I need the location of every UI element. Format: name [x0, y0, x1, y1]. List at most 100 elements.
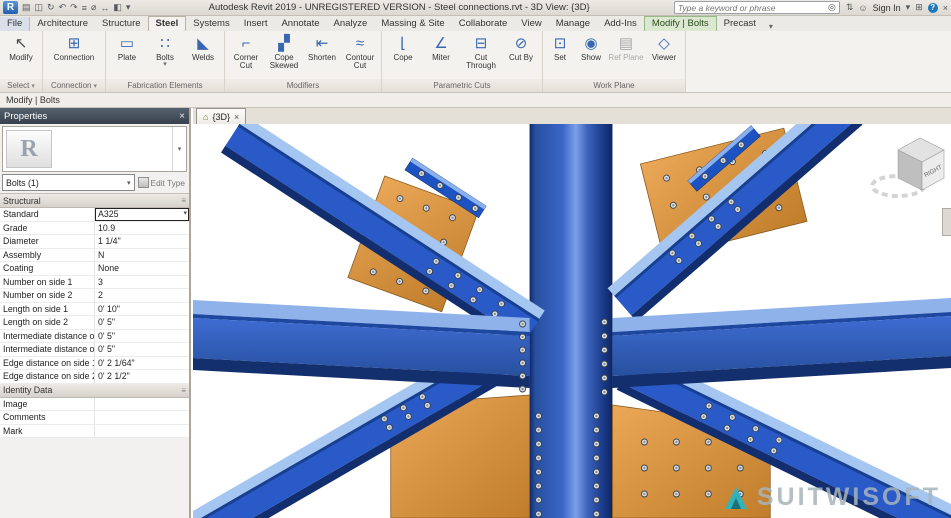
section-collapse-icon[interactable]: ≡: [181, 196, 186, 205]
watermark-logo-icon: [722, 484, 750, 512]
tab-massing-site[interactable]: Massing & Site: [374, 17, 451, 31]
panel-label-modifiers[interactable]: Modifiers: [225, 79, 381, 92]
dimension-icon[interactable]: ↔: [100, 3, 109, 13]
properties-close-icon[interactable]: ×: [179, 111, 185, 122]
save-icon[interactable]: ◫: [35, 2, 44, 13]
property-value[interactable]: 1 1/4": [95, 235, 189, 248]
cope-button[interactable]: ⌊ Cope: [385, 33, 421, 63]
sign-in-button[interactable]: Sign In: [873, 3, 901, 13]
view-tab-3d[interactable]: ⌂ {3D} ×: [196, 108, 246, 124]
panel-label-parametric-cuts[interactable]: Parametric Cuts: [382, 79, 542, 92]
default-3d-view-icon[interactable]: ◧: [113, 2, 122, 13]
search-icon[interactable]: ◎: [828, 2, 836, 13]
tab-add-ins[interactable]: Add-Ins: [597, 17, 644, 31]
section-collapse-icon[interactable]: ≡: [181, 386, 186, 395]
corner-cut-button[interactable]: ⌐ Corner Cut: [228, 33, 264, 72]
property-value[interactable]: A325 ▾: [95, 208, 189, 221]
welds-button[interactable]: ◣ Welds: [185, 33, 221, 63]
tab-annotate[interactable]: Annotate: [274, 17, 326, 31]
viewer-button[interactable]: ◇ Viewer: [646, 33, 682, 63]
section-structural[interactable]: Structural ≡: [0, 194, 189, 208]
tab-view[interactable]: View: [514, 17, 548, 31]
bolts-button[interactable]: ∷ Bolts ▾: [147, 33, 183, 69]
property-value[interactable]: None: [95, 262, 189, 275]
tab-steel[interactable]: Steel: [148, 16, 187, 31]
property-value[interactable]: [95, 398, 189, 411]
tab-manage[interactable]: Manage: [549, 17, 597, 31]
show-work-plane-button[interactable]: ◉ Show: [576, 33, 606, 63]
cope-skewed-button[interactable]: ▞ Cope Skewed: [266, 33, 302, 72]
corner-cut-icon: ⌐: [242, 34, 251, 54]
print-icon[interactable]: ≡: [82, 3, 87, 13]
ref-plane-icon: ▤: [619, 34, 633, 54]
tab-systems[interactable]: Systems: [186, 17, 236, 31]
contour-cut-button[interactable]: ≈ Contour Cut: [342, 33, 378, 72]
communication-center-icon[interactable]: ⇅: [846, 2, 854, 13]
search-input[interactable]: [678, 3, 828, 13]
property-value[interactable]: 0' 5": [95, 316, 189, 329]
tab-analyze[interactable]: Analyze: [327, 17, 375, 31]
open-file-icon[interactable]: ▤: [22, 2, 31, 13]
selection-filter-combo[interactable]: Bolts (1) ▾: [2, 174, 135, 191]
section-identity-data[interactable]: Identity Data ≡: [0, 384, 189, 398]
tab-file[interactable]: File: [0, 17, 30, 31]
sync-icon[interactable]: ↻: [47, 2, 55, 13]
tab-insert[interactable]: Insert: [237, 17, 275, 31]
property-row-number-side-2: Number on side 2 2: [0, 289, 189, 303]
property-value[interactable]: 0' 5": [95, 343, 189, 356]
plate-button[interactable]: ▭ Plate: [109, 33, 145, 63]
3d-scene[interactable]: RIGHT: [193, 124, 951, 518]
tab-precast[interactable]: Precast: [717, 17, 763, 31]
redo-icon[interactable]: ↷: [70, 2, 78, 13]
tab-structure[interactable]: Structure: [95, 17, 148, 31]
property-row-intermediate-2: Intermediate distance o... 0' 5": [0, 343, 189, 357]
ref-plane-button[interactable]: ▤ Ref Plane: [608, 33, 644, 63]
navigation-bar-button[interactable]: [942, 208, 951, 236]
shorten-button[interactable]: ⇤ Shorten: [304, 33, 340, 63]
property-value[interactable]: 0' 2 1/2": [95, 370, 189, 383]
window-close-icon[interactable]: ×: [943, 3, 948, 13]
property-value[interactable]: 0' 2 1/64": [95, 357, 189, 370]
type-selector[interactable]: R ▾: [2, 126, 187, 172]
help-icon[interactable]: ?: [928, 3, 938, 13]
ribbon-panel-select: ↖ Modify Select▾: [0, 31, 43, 92]
account-icon[interactable]: ☺: [858, 3, 867, 13]
property-value[interactable]: [95, 411, 189, 424]
ribbon-state-toggle-icon[interactable]: ▾: [769, 22, 773, 31]
property-value[interactable]: 10.9: [95, 222, 189, 235]
ribbon-panel-parametric-cuts: ⌊ Cope ∠ Miter ⊟ Cut Through ⊘ Cut By Pa…: [382, 31, 543, 92]
property-value[interactable]: 0' 10": [95, 303, 189, 316]
property-value[interactable]: 2: [95, 289, 189, 302]
tab-collaborate[interactable]: Collaborate: [452, 17, 515, 31]
panel-label-connection[interactable]: Connection▾: [43, 79, 105, 92]
sign-in-caret-icon[interactable]: ▾: [906, 2, 911, 13]
bolts-dropdown-icon[interactable]: ▾: [163, 62, 167, 68]
view-tab-close-icon[interactable]: ×: [234, 112, 239, 122]
cut-by-button[interactable]: ⊘ Cut By: [503, 33, 539, 63]
tab-architecture[interactable]: Architecture: [30, 17, 95, 31]
model-canvas[interactable]: RIGHT SUITWISOFT: [193, 124, 951, 518]
measure-icon[interactable]: ⌀: [91, 2, 96, 13]
property-value[interactable]: N: [95, 249, 189, 262]
type-selector-dropdown-icon[interactable]: ▾: [172, 127, 186, 171]
family-type-image: R: [6, 130, 52, 168]
cut-through-button[interactable]: ⊟ Cut Through: [461, 33, 501, 72]
help-search-box[interactable]: ◎: [674, 1, 840, 14]
revit-logo[interactable]: R: [3, 1, 18, 14]
undo-icon[interactable]: ↶: [59, 2, 67, 13]
panel-label-select[interactable]: Select▾: [0, 79, 42, 92]
connection-button[interactable]: ⊞ Connection: [46, 33, 102, 63]
panel-label-fabrication-elements[interactable]: Fabrication Elements: [106, 79, 224, 92]
modify-button[interactable]: ↖ Modify: [3, 33, 39, 63]
property-value[interactable]: 3: [95, 276, 189, 289]
edit-type-button[interactable]: Edit Type: [138, 177, 187, 188]
property-value[interactable]: 0' 5": [95, 330, 189, 343]
tab-modify-bolts[interactable]: Modify | Bolts: [644, 16, 717, 31]
panel-label-work-plane[interactable]: Work Plane: [543, 79, 685, 92]
set-work-plane-button[interactable]: ⊡ Set: [546, 33, 574, 63]
property-value[interactable]: [95, 425, 189, 438]
property-row-diameter: Diameter 1 1/4": [0, 235, 189, 249]
properties-header[interactable]: Properties ×: [0, 108, 189, 124]
miter-button[interactable]: ∠ Miter: [423, 33, 459, 63]
app-store-icon[interactable]: ⊞: [915, 2, 923, 13]
